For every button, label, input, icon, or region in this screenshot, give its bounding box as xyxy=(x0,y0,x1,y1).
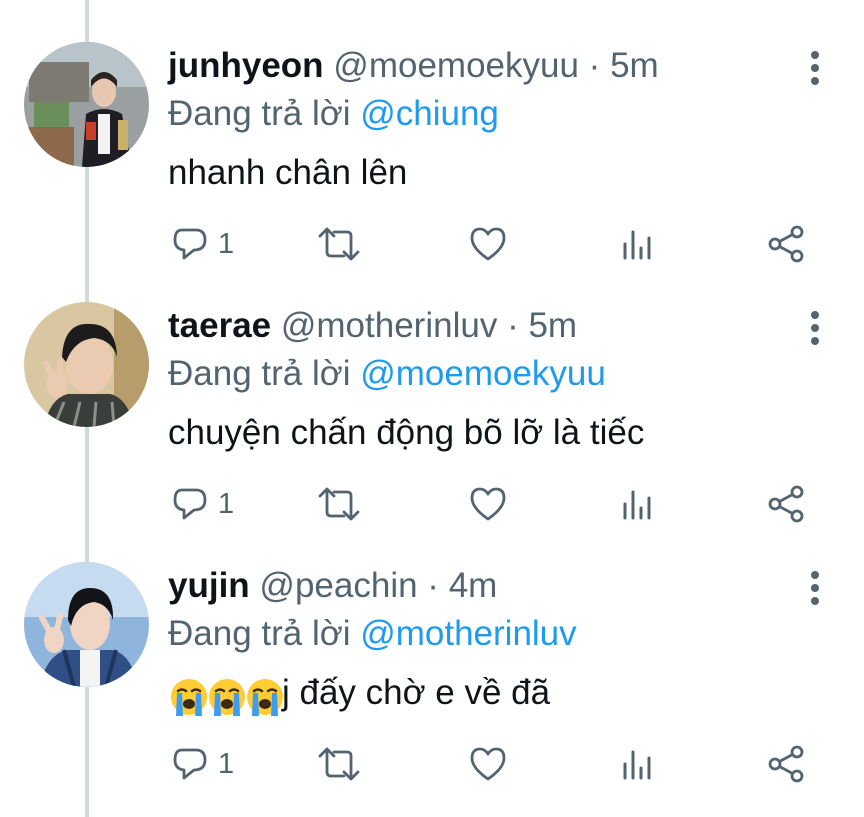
loudly-crying-face-emoji xyxy=(168,676,210,718)
display-name[interactable]: yujin xyxy=(168,566,250,605)
tweet-actions: 1 xyxy=(0,742,864,786)
display-name[interactable]: junhyeon xyxy=(168,46,324,85)
replying-to-label: Đang trả lời xyxy=(168,614,351,653)
avatar[interactable] xyxy=(24,302,149,427)
more-options-icon[interactable] xyxy=(803,568,827,608)
user-avatar-photo xyxy=(24,42,149,167)
retweet-button[interactable] xyxy=(316,742,362,786)
tweet-header: yujin @peachin · 4m xyxy=(168,564,497,608)
heart-icon xyxy=(470,747,506,781)
heart-icon xyxy=(470,487,506,521)
heart-icon xyxy=(470,227,506,261)
retweet-icon xyxy=(318,487,360,521)
tweet-text: chuyện chấn động bõ lỡ là tiếc xyxy=(168,413,645,452)
user-avatar-photo xyxy=(24,302,149,427)
loudly-crying-face-emoji xyxy=(206,676,248,718)
analytics-icon xyxy=(623,750,651,780)
analytics-icon xyxy=(623,490,651,520)
share-icon xyxy=(768,485,804,523)
reply-icon xyxy=(173,228,207,260)
tweet[interactable]: yujin @peachin · 4m Đang trả lời @mother… xyxy=(0,520,864,783)
reply-count: 1 xyxy=(218,748,235,780)
mention-link[interactable]: @motherinluv xyxy=(360,614,576,653)
replying-to: Đang trả lời @moemoekyuu xyxy=(168,352,606,396)
share-icon xyxy=(768,225,804,263)
tweet-text-content: j đấy chờ e về đã xyxy=(282,673,551,712)
timestamp[interactable]: 4m xyxy=(449,566,498,605)
avatar[interactable] xyxy=(24,42,149,167)
like-button[interactable] xyxy=(469,742,507,786)
tweet-header: junhyeon @moemoekyuu · 5m xyxy=(168,44,659,88)
replying-to-label: Đang trả lời xyxy=(168,354,351,393)
mention-link[interactable]: @chiung xyxy=(360,94,499,133)
loudly-crying-face-emoji xyxy=(244,676,286,718)
replying-to-label: Đang trả lời xyxy=(168,94,351,133)
share-button[interactable] xyxy=(767,742,805,786)
tweet-header: taerae @motherinluv · 5m xyxy=(168,304,577,348)
emoji-group xyxy=(168,672,283,718)
separator-dot: · xyxy=(507,306,519,345)
mention-link[interactable]: @moemoekyuu xyxy=(360,354,606,393)
separator-dot: · xyxy=(588,46,601,85)
share-icon xyxy=(768,745,804,783)
more-options-icon[interactable] xyxy=(803,48,827,88)
reply-button[interactable]: 1 xyxy=(172,742,234,786)
user-handle[interactable]: @peachin xyxy=(259,566,417,605)
user-handle[interactable]: @moemoekyuu xyxy=(333,46,579,85)
separator-dot: · xyxy=(427,566,439,605)
retweet-icon xyxy=(318,747,360,781)
display-name[interactable]: taerae xyxy=(168,306,271,345)
avatar[interactable] xyxy=(24,562,149,687)
replying-to: Đang trả lời @chiung xyxy=(168,92,499,136)
user-avatar-photo xyxy=(24,562,149,687)
analytics-icon xyxy=(623,230,651,260)
replying-to: Đang trả lời @motherinluv xyxy=(168,612,577,656)
tweet[interactable]: taerae @motherinluv · 5m Đang trả lời @m… xyxy=(0,260,864,523)
tweet-text: j đấy chờ e về đã xyxy=(168,670,550,716)
reply-icon xyxy=(173,488,207,520)
user-handle[interactable]: @motherinluv xyxy=(281,306,497,345)
tweet[interactable]: junhyeon @moemoekyuu · 5m Đang trả lời @… xyxy=(0,0,864,263)
reply-icon xyxy=(173,748,207,780)
tweet-text: nhanh chân lên xyxy=(168,153,408,192)
retweet-icon xyxy=(318,227,360,261)
timestamp[interactable]: 5m xyxy=(528,306,577,345)
more-options-icon[interactable] xyxy=(803,308,827,348)
analytics-button[interactable] xyxy=(621,742,653,786)
timestamp[interactable]: 5m xyxy=(610,46,659,85)
